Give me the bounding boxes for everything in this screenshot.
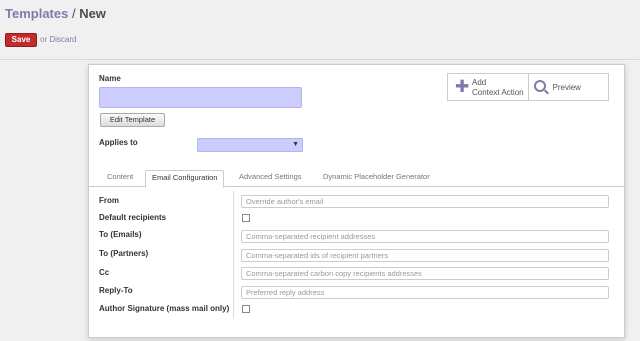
edit-template-button[interactable]: Edit Template bbox=[100, 113, 165, 127]
to-partners-label: To (Partners) bbox=[99, 249, 149, 258]
applies-to-label: Applies to bbox=[99, 138, 138, 147]
author-signature-checkbox[interactable] bbox=[242, 305, 250, 313]
breadcrumb-current: New bbox=[79, 6, 106, 21]
tab-advanced-settings[interactable]: Advanced Settings bbox=[233, 170, 308, 188]
to-emails-input[interactable]: Comma-separated recipient addresses bbox=[241, 230, 609, 243]
add-context-line2: Context Action bbox=[472, 88, 524, 97]
plus-icon: ✚ bbox=[455, 77, 470, 96]
preview-button[interactable]: Preview bbox=[529, 74, 609, 100]
add-context-action-label: Add Context Action bbox=[472, 78, 524, 98]
button-box: ✚ Add Context Action Preview bbox=[447, 73, 609, 101]
control-panel: Templates / New Save or Discard bbox=[0, 0, 640, 60]
notebook-tabs: Content Email Configuration Advanced Set… bbox=[89, 167, 626, 188]
cc-label: Cc bbox=[99, 268, 110, 277]
default-recipients-label: Default recipients bbox=[99, 213, 167, 222]
name-label: Name bbox=[99, 74, 121, 83]
or-discard: or Discard bbox=[40, 35, 76, 44]
from-input[interactable]: Override author's email bbox=[241, 195, 609, 208]
tab-email-configuration[interactable]: Email Configuration bbox=[145, 170, 225, 188]
breadcrumb-templates-link[interactable]: Templates bbox=[5, 6, 68, 21]
to-partners-input[interactable]: Comma-separated ids of recipient partner… bbox=[241, 249, 609, 262]
or-label: or bbox=[40, 35, 48, 44]
preview-label: Preview bbox=[552, 83, 581, 92]
author-signature-label: Author Signature (mass mail only) bbox=[99, 304, 230, 313]
from-label: From bbox=[99, 196, 119, 205]
applies-to-select[interactable]: ▼ bbox=[197, 138, 303, 152]
name-input[interactable] bbox=[99, 87, 302, 108]
reply-to-label: Reply-To bbox=[99, 286, 133, 295]
form-sheet: Name Edit Template Applies to ▼ ✚ Add Con… bbox=[88, 64, 626, 338]
tab-content[interactable]: Content bbox=[101, 170, 139, 188]
reply-to-input[interactable]: Preferred reply address bbox=[241, 286, 609, 299]
chevron-down-icon: ▼ bbox=[292, 141, 299, 148]
default-recipients-checkbox[interactable] bbox=[242, 214, 250, 222]
search-icon bbox=[533, 80, 546, 92]
save-button[interactable]: Save bbox=[5, 33, 37, 47]
to-emails-label: To (Emails) bbox=[99, 230, 142, 239]
tab-dynamic-placeholder[interactable]: Dynamic Placeholder Generator bbox=[317, 170, 436, 188]
add-context-action-button[interactable]: ✚ Add Context Action bbox=[448, 74, 529, 100]
add-context-line1: Add bbox=[472, 78, 487, 87]
breadcrumb: Templates / New bbox=[5, 6, 106, 21]
breadcrumb-separator: / bbox=[68, 6, 80, 21]
cc-input[interactable]: Comma-separated carbon copy recipients a… bbox=[241, 267, 609, 280]
column-divider bbox=[233, 191, 234, 319]
discard-link[interactable]: Discard bbox=[49, 35, 76, 44]
